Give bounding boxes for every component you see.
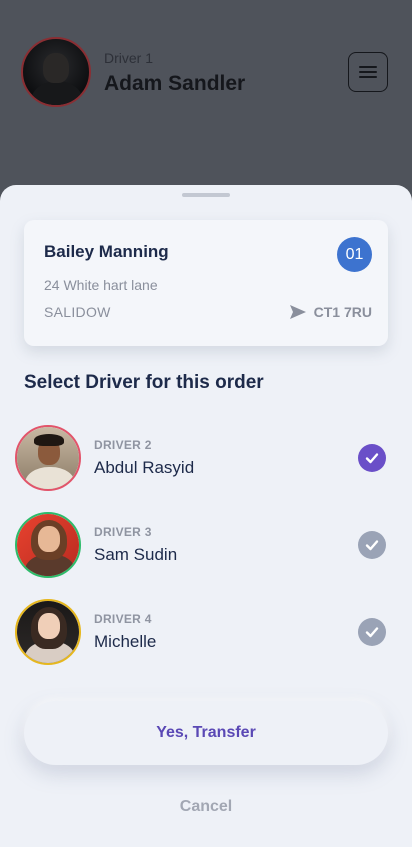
driver-avatar [15, 599, 81, 665]
order-address: 24 White hart lane [44, 277, 158, 293]
driver-label: DRIVER 2 [94, 438, 152, 452]
checkmark-icon[interactable] [358, 444, 386, 472]
order-city: SALIDOW [44, 304, 111, 320]
driver-option-3[interactable]: DRIVER 3 Sam Sudin [15, 512, 395, 578]
checkmark-icon[interactable] [358, 618, 386, 646]
hamburger-menu-icon [359, 66, 377, 68]
driver-option-2[interactable]: DRIVER 2 Abdul Rasyid [15, 425, 395, 491]
driver-label: DRIVER 3 [94, 525, 152, 539]
driver-label: DRIVER 4 [94, 612, 152, 626]
driver-option-4[interactable]: DRIVER 4 Michelle [15, 599, 395, 665]
current-driver-label: Driver 1 [104, 50, 154, 66]
current-driver-avatar [21, 37, 91, 107]
yes-transfer-button[interactable]: Yes, Transfer [24, 701, 388, 765]
section-title: Select Driver for this order [24, 372, 264, 393]
order-card: Bailey Manning 01 24 White hart lane SAL… [24, 220, 388, 346]
driver-name: Abdul Rasyid [94, 458, 195, 477]
driver-avatar [15, 425, 81, 491]
menu-button[interactable] [348, 52, 388, 92]
driver-name: Sam Sudin [94, 545, 178, 564]
drag-handle[interactable] [182, 193, 230, 197]
background-header: Driver 1 Adam Sandler [0, 0, 412, 200]
order-number-badge: 01 [337, 237, 372, 272]
order-customer-name: Bailey Manning [44, 242, 169, 261]
transfer-bottom-sheet: Bailey Manning 01 24 White hart lane SAL… [0, 185, 412, 847]
checkmark-icon[interactable] [358, 531, 386, 559]
send-arrow-icon [289, 305, 306, 319]
cancel-button[interactable]: Cancel [150, 795, 262, 819]
order-postcode: CT1 7RU [313, 304, 372, 320]
current-driver-name: Adam Sandler [104, 72, 246, 95]
driver-name: Michelle [94, 632, 157, 651]
order-postcode-group: CT1 7RU [289, 304, 372, 320]
driver-avatar [15, 512, 81, 578]
